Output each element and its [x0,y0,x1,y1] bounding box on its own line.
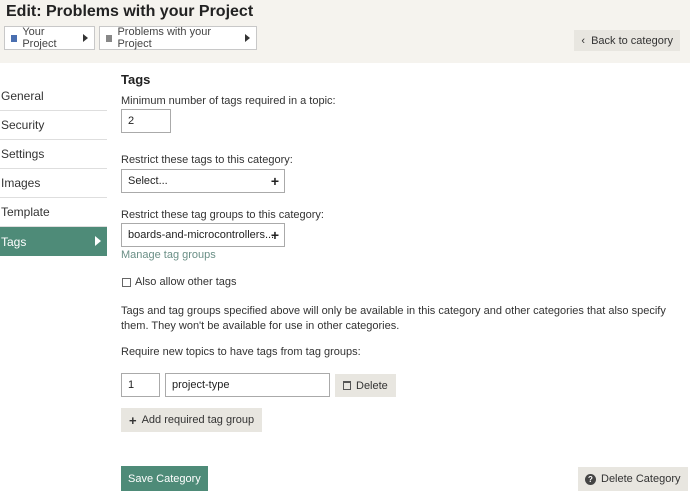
tags-description: Tags and tag groups specified above will… [121,305,666,332]
breadcrumb-label: Your Project [22,26,57,50]
category-color-swatch [106,34,113,42]
question-circle-icon: ? [585,473,596,485]
caret-right-icon [95,236,101,246]
min-tags-input[interactable]: 2 [121,109,171,133]
sidebar-item-images[interactable]: Images [0,169,107,198]
required-group-select[interactable]: project-type [165,373,330,397]
trash-icon [343,381,351,390]
page-header: Edit: Problems with your Project Your Pr… [0,0,690,63]
page-title: Edit: Problems with your Project [6,3,254,20]
manage-tag-groups-link[interactable]: Manage tag groups [121,249,216,261]
delete-category-button[interactable]: ? Delete Category [578,467,688,491]
sidebar-item-settings[interactable]: Settings [0,140,107,169]
add-required-tag-group-button[interactable]: + Add required tag group [121,408,263,432]
restrict-tags-placeholder: Select... [128,175,168,187]
section-title: Tags [121,72,151,87]
add-group-label: Add required tag group [141,414,255,426]
sidebar-item-label: Tags [1,234,27,249]
restrict-tags-select[interactable]: Select... + [121,169,285,193]
back-to-category-button[interactable]: ‹ Back to category [574,30,680,51]
sidebar-item-label: Settings [1,147,45,161]
restrict-tags-label: Restrict these tags to this category: [121,154,293,166]
settings-sidebar: General Security Settings Images Templat… [0,82,107,256]
caret-right-icon [245,34,250,42]
sidebar-item-general[interactable]: General [0,82,107,111]
save-button-label: Save Category [128,472,201,485]
sidebar-item-label: General [1,89,44,103]
category-color-swatch [11,34,18,42]
required-group-value: project-type [172,379,230,391]
restrict-groups-value: boards-and-microcontrollers... [128,229,275,241]
plus-icon: + [129,412,137,428]
caret-right-icon [83,34,88,42]
delete-button-label: Delete [356,379,388,392]
restrict-groups-label: Restrict these tag groups to this catego… [121,209,324,221]
plus-icon: + [270,173,279,189]
sidebar-item-label: Template [1,205,50,219]
breadcrumb-parent-category[interactable]: Your Project [4,26,95,50]
delete-category-label: Delete Category [601,473,681,485]
sidebar-item-security[interactable]: Security [0,111,107,140]
sidebar-item-label: Security [1,118,45,132]
breadcrumb-label: Problems with your Project [117,26,211,50]
plus-icon: + [270,227,279,243]
restrict-tag-groups-select[interactable]: boards-and-microcontrollers... + [121,223,285,247]
allow-other-tags-checkbox[interactable] [122,278,131,287]
sidebar-item-label: Images [1,176,41,190]
delete-required-group-button[interactable]: Delete [335,374,396,397]
chevron-left-icon: ‹ [581,34,586,47]
breadcrumb-current-category[interactable]: Problems with your Project [99,26,257,50]
require-groups-label: Require new topics to have tags from tag… [121,346,361,358]
min-tags-value: 2 [128,115,135,127]
save-category-button[interactable]: Save Category [121,466,208,491]
sidebar-item-template[interactable]: Template [0,198,107,227]
sidebar-item-tags[interactable]: Tags [0,227,107,256]
allow-other-tags-label: Also allow other tags [135,276,237,288]
back-button-label: Back to category [591,34,673,47]
required-count-value: 1 [128,379,135,391]
min-tags-label: Minimum number of tags required in a top… [121,95,336,107]
required-count-input[interactable]: 1 [121,373,160,397]
